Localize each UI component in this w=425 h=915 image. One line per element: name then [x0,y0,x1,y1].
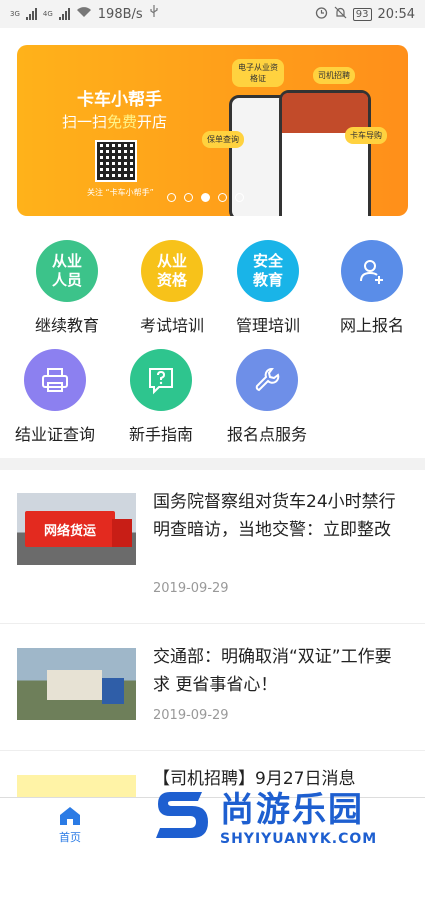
watermark-url: SHYIYUANYK.COM [220,830,378,847]
grid-item-1[interactable]: 从业 资格 考试培训 [117,240,227,336]
grid-item-label: 报名点服务 [226,425,307,444]
wrench-icon [236,349,298,411]
carousel-dot-2[interactable] [201,193,210,202]
printer-icon [24,349,86,411]
tab-home-label: 首页 [59,831,81,844]
grid-item-0[interactable]: 从业 人员 继续教育 [12,240,122,336]
usb-icon [149,5,159,23]
qr-caption: 关注 “卡车小帮手” [87,188,154,197]
battery-indicator: 93 [352,7,372,21]
carousel-dot-3[interactable] [218,193,227,202]
alarm-icon [315,6,328,23]
grid-item-2[interactable]: 安全 教育 管理培训 [213,240,323,336]
banner-subtitle: 扫一扫免费开店 [62,113,168,131]
grid-item-label: 考试培训 [139,316,204,335]
grid-item-5[interactable]: 新手指南 [106,349,216,445]
carousel-dot-1[interactable] [184,193,193,202]
news-title: 国务院督察组对货车24小时禁行明查暗访，当地交警：立即整改 [153,492,396,540]
grid-icon-badge: 从业 资格 [141,240,203,302]
promo-banner[interactable]: 卡车小帮手 扫一扫免费开店 关注 “卡车小帮手” 电子从业资格证 司机招聘 保单… [17,45,408,216]
carousel-dot-0[interactable] [167,193,176,202]
bubble-license: 电子从业资格证 [232,59,284,87]
section-divider [0,458,425,470]
network-3g: 3G [10,10,20,18]
bubble-recruit: 司机招聘 [313,67,355,84]
grid-item-label: 网上报名 [339,316,404,335]
network-4g: 4G [42,10,53,18]
network-speed: 198B/s [97,6,143,22]
news-item-0[interactable]: 网络货运 国务院督察组对货车24小时禁行明查暗访，当地交警：立即整改 2019-09… [0,470,425,620]
grid-item-label: 管理培训 [235,316,300,335]
news-item-1[interactable]: 交通部：明确取消“双证”工作要求 更省事省心！ 2019-09-29 [0,625,425,775]
grid-icon-badge: 安全 教育 [237,240,299,302]
signal-icon [25,8,37,20]
watermark-title: 尚游乐园 [220,789,364,830]
grid-item-4[interactable]: 结业证查询 [0,349,110,445]
news-separator [0,750,425,751]
banner-title: 卡车小帮手 [77,90,162,110]
grid-item-label: 结业证查询 [14,425,95,444]
news-thumbnail [17,648,136,720]
clock: 20:54 [377,6,415,22]
carousel-dots[interactable] [167,193,244,202]
tab-home[interactable]: 首页 [50,806,90,845]
news-date: 2019-09-29 [153,581,229,596]
bubble-insurance: 保单查询 [202,131,244,148]
carousel-dot-4[interactable] [235,193,244,202]
add-user-icon [341,240,403,302]
grid-item-6[interactable]: 报名点服务 [212,349,322,445]
grid-item-3[interactable]: 网上报名 [317,240,425,336]
bubble-truck-guide: 卡车导购 [345,127,387,144]
home-icon [60,807,80,825]
help-icon [130,349,192,411]
site-watermark: 尚游乐园 SHYIYUANYK.COM [150,778,425,850]
news-separator [0,623,425,624]
news-date: 2019-09-29 [153,708,229,723]
news-thumbnail: 网络货运 [17,493,136,565]
phone-mockup-right [279,90,371,216]
status-bar: 3G 4G 198B/s 93 20:54 [0,0,425,28]
grid-item-label: 新手指南 [128,425,193,444]
mute-icon [334,6,347,23]
signal-icon-2 [58,8,70,20]
grid-icon-badge: 从业 人员 [36,240,98,302]
wifi-icon [76,6,92,22]
grid-item-label: 继续教育 [34,316,99,335]
news-title: 交通部：明确取消“双证”工作要求 更省事省心！ [153,647,392,695]
watermark-logo [150,782,214,846]
qr-code [95,140,137,182]
